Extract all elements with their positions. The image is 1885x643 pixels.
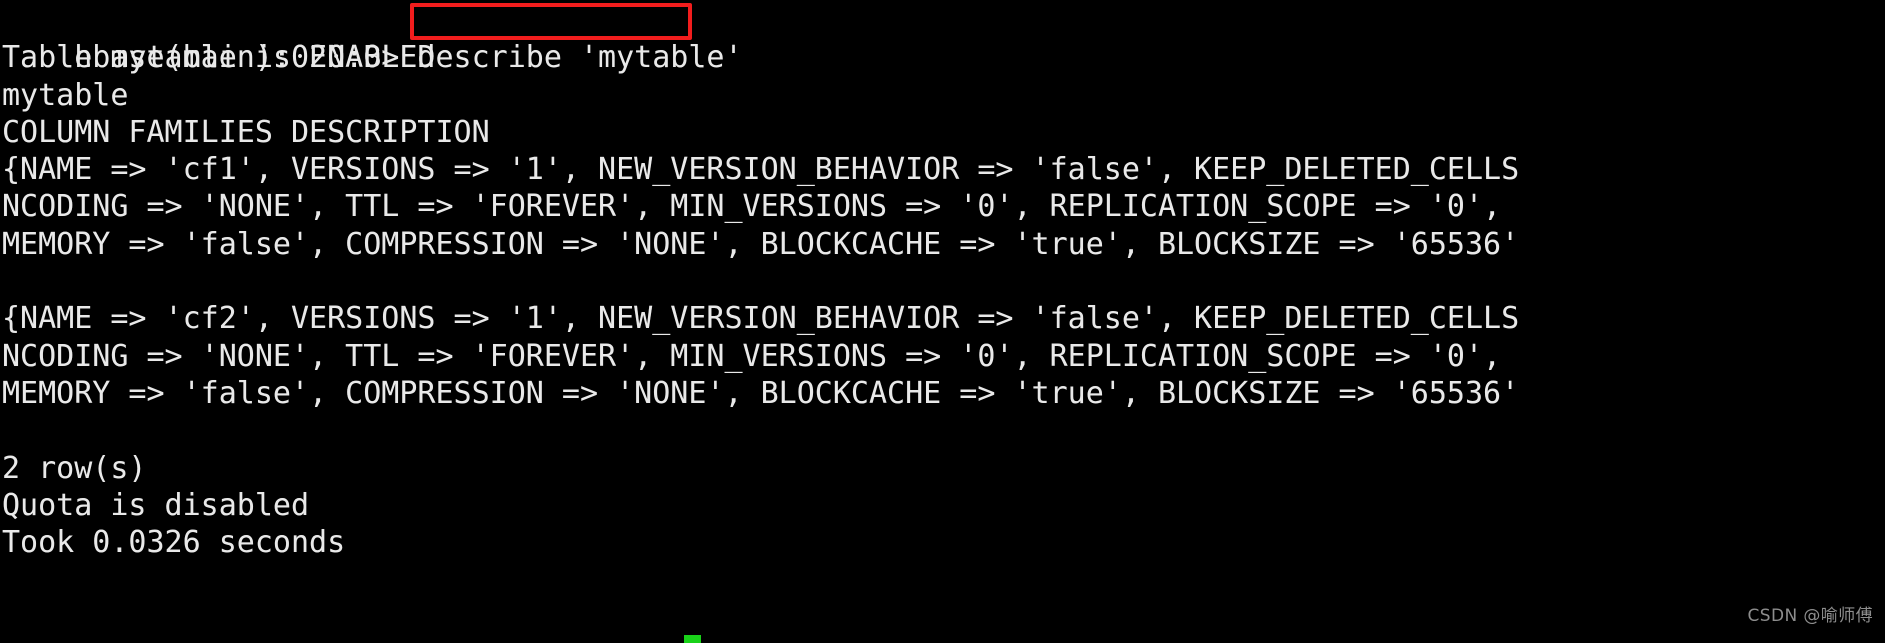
terminal-line-cf1-part2: NCODING => 'NONE', TTL => 'FOREVER', MIN…	[2, 189, 1502, 225]
terminal-line-cf1-part3: MEMORY => 'false', COMPRESSION => 'NONE'…	[2, 226, 1520, 262]
terminal-line-took-duration: Took 0.0326 seconds	[2, 525, 346, 561]
terminal-line-quota-status: Quota is disabled	[2, 487, 310, 523]
terminal-line-prompt: hbase(main):020:0> describe 'mytable'	[2, 2, 1885, 75]
prompt-command-text: hbase(main):020:0> describe 'mytable'	[74, 40, 743, 76]
terminal-line-blank-1	[2, 263, 1885, 300]
terminal-line-table-name: mytable	[2, 77, 129, 113]
terminal-line-cf2-part2: NCODING => 'NONE', TTL => 'FOREVER', MIN…	[2, 338, 1502, 374]
terminal-line-cf2-part3: MEMORY => 'false', COMPRESSION => 'NONE'…	[2, 375, 1520, 411]
terminal-line-cf2-part1: {NAME => 'cf2', VERSIONS => '1', NEW_VER…	[2, 301, 1520, 337]
terminal-window[interactable]: hbase(main):020:0> describe 'mytable' Ta…	[0, 0, 1885, 643]
terminal-line-cf1-part1: {NAME => 'cf1', VERSIONS => '1', NEW_VER…	[2, 152, 1520, 188]
terminal-line-row-count: 2 row(s)	[2, 450, 147, 486]
terminal-cursor	[684, 635, 701, 643]
command-highlight-box	[410, 3, 692, 40]
terminal-line-blank-2	[2, 412, 1885, 449]
terminal-line-section-header: COLUMN FAMILIES DESCRIPTION	[2, 114, 490, 150]
csdn-watermark: CSDN @喻师傅	[1747, 605, 1873, 626]
